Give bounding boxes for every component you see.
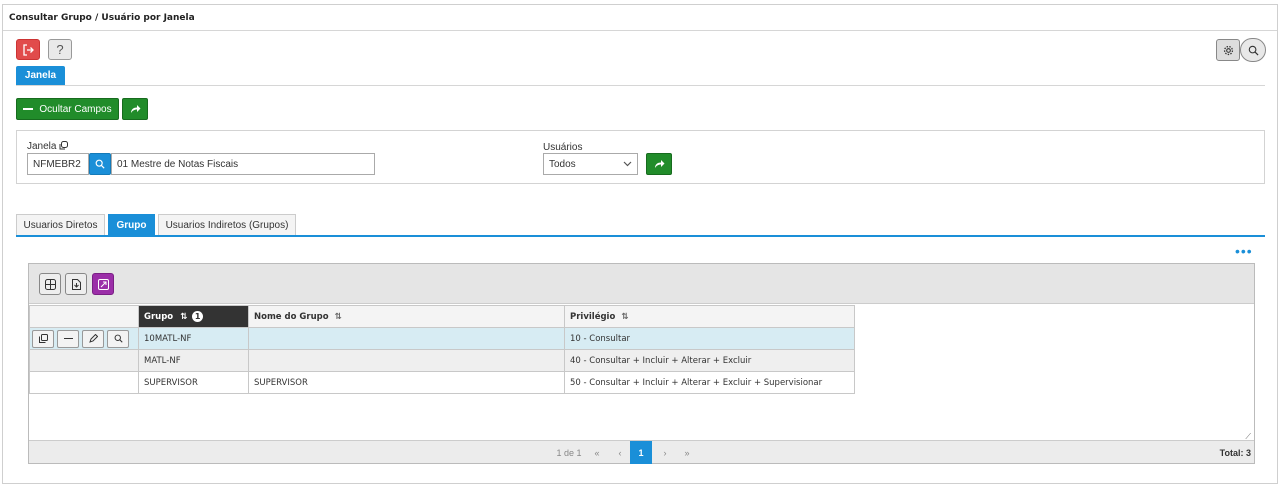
share-arrow-icon (130, 105, 140, 113)
pagination-bar: 1 de 1 « ‹ 1 › » Total: 3 (29, 440, 1254, 464)
cell-privilegio: 10 - Consultar (564, 327, 855, 350)
pencil-icon (88, 334, 98, 343)
column-header-grupo[interactable]: Grupo ⇅ 1 (138, 305, 249, 328)
prev-page-button[interactable]: ‹ (610, 441, 630, 464)
exit-button[interactable] (16, 39, 40, 60)
janela-description-field: 01 Mestre de Notas Fiscais (111, 153, 375, 175)
grid-toolbar (29, 264, 1254, 304)
cell-nome-do-grupo (248, 349, 565, 372)
column-header-privilegio[interactable]: Privilégio ⇅ (564, 305, 855, 328)
share-arrow-icon (654, 160, 664, 168)
last-page-button[interactable]: » (677, 441, 697, 464)
sort-asc-icon: ⇅ (180, 312, 188, 322)
total-count: Total: 3 (1219, 447, 1251, 458)
file-export-icon (71, 278, 81, 290)
filter-panel: Janela NFMEBR2 01 Mestre de Notas Fiscai… (16, 130, 1265, 184)
tabs-underline (16, 235, 1265, 237)
cell-grupo: 10MATL-NF (138, 327, 249, 350)
minus-icon (23, 108, 34, 110)
current-page-button[interactable]: 1 (630, 441, 652, 464)
sort-order-badge: 1 (192, 311, 204, 322)
first-page-button[interactable]: « (587, 441, 607, 464)
copy-icon[interactable] (59, 141, 69, 150)
help-button[interactable]: ? (48, 39, 72, 60)
search-icon (1248, 45, 1259, 56)
cell-nome-do-grupo (248, 327, 565, 350)
gear-icon (1223, 45, 1233, 55)
row-actions (29, 327, 139, 350)
edit-row-button[interactable] (82, 329, 104, 348)
grid-columns-button[interactable] (39, 273, 61, 295)
copy-row-button[interactable] (32, 329, 54, 348)
hide-fields-label: Ocultar Campos (39, 103, 112, 115)
table-row[interactable]: 10MATL-NF 10 - Consultar (29, 327, 855, 350)
cell-nome-do-grupo: SUPERVISOR (248, 371, 565, 394)
more-options-icon[interactable]: ••• (1235, 244, 1253, 258)
grid-icon (44, 278, 56, 290)
actions-column-header (29, 305, 139, 328)
janela-label: Janela (27, 141, 69, 152)
usuarios-label: Usuários (543, 142, 583, 153)
window-frame: Consultar Grupo / Usuário por Janela ? J… (2, 4, 1278, 484)
exit-icon (23, 43, 34, 56)
tab-usuarios-indiretos[interactable]: Usuarios Indiretos (Grupos) (158, 214, 296, 236)
search-icon (95, 159, 105, 169)
sort-icon: ⇅ (621, 311, 629, 322)
chevron-down-icon (623, 161, 632, 167)
copy-icon (38, 334, 48, 343)
cell-privilegio: 50 - Consultar + Incluir + Alterar + Exc… (564, 371, 855, 394)
row-actions (29, 349, 139, 372)
column-header-nome-do-grupo[interactable]: Nome do Grupo ⇅ (248, 305, 565, 328)
remove-row-button[interactable] (57, 329, 79, 348)
table-row[interactable]: MATL-NF 40 - Consultar + Incluir + Alter… (29, 349, 855, 372)
window-title: Consultar Grupo / Usuário por Janela (3, 5, 1277, 31)
cell-privilegio: 40 - Consultar + Incluir + Alterar + Exc… (564, 349, 855, 372)
cell-grupo: MATL-NF (138, 349, 249, 372)
grid-expand-button[interactable] (92, 273, 114, 295)
next-page-button[interactable]: › (655, 441, 675, 464)
row-actions (29, 371, 139, 394)
sort-icon: ⇅ (334, 311, 342, 322)
expand-icon (97, 278, 109, 290)
settings-button[interactable] (1216, 39, 1240, 61)
grid-panel: Grupo ⇅ 1 Nome do Grupo ⇅ Privilégio ⇅ 1… (28, 263, 1255, 464)
cell-grupo: SUPERVISOR (138, 371, 249, 394)
table-row[interactable]: SUPERVISOR SUPERVISOR 50 - Consultar + I… (29, 371, 855, 394)
global-search-button[interactable] (1240, 38, 1266, 62)
grid-export-button[interactable] (65, 273, 87, 295)
group-table: Grupo ⇅ 1 Nome do Grupo ⇅ Privilégio ⇅ 1… (29, 305, 855, 394)
share-button[interactable] (122, 98, 148, 120)
divider (16, 85, 1265, 86)
page-info: 1 de 1 (556, 447, 582, 458)
hide-fields-button[interactable]: Ocultar Campos (16, 98, 119, 120)
table-header-row: Grupo ⇅ 1 Nome do Grupo ⇅ Privilégio ⇅ (29, 305, 855, 328)
apply-filter-button[interactable] (646, 153, 672, 175)
janela-code-input[interactable]: NFMEBR2 (27, 153, 89, 175)
tab-janela[interactable]: Janela (16, 66, 65, 85)
search-icon (114, 334, 123, 343)
tab-usuarios-diretos[interactable]: Usuarios Diretos (16, 214, 105, 236)
tab-grupo[interactable]: Grupo (108, 214, 155, 236)
usuarios-select[interactable]: Todos (543, 153, 638, 175)
minus-icon (63, 337, 73, 340)
view-row-button[interactable] (107, 329, 129, 348)
janela-lookup-button[interactable] (89, 153, 111, 175)
